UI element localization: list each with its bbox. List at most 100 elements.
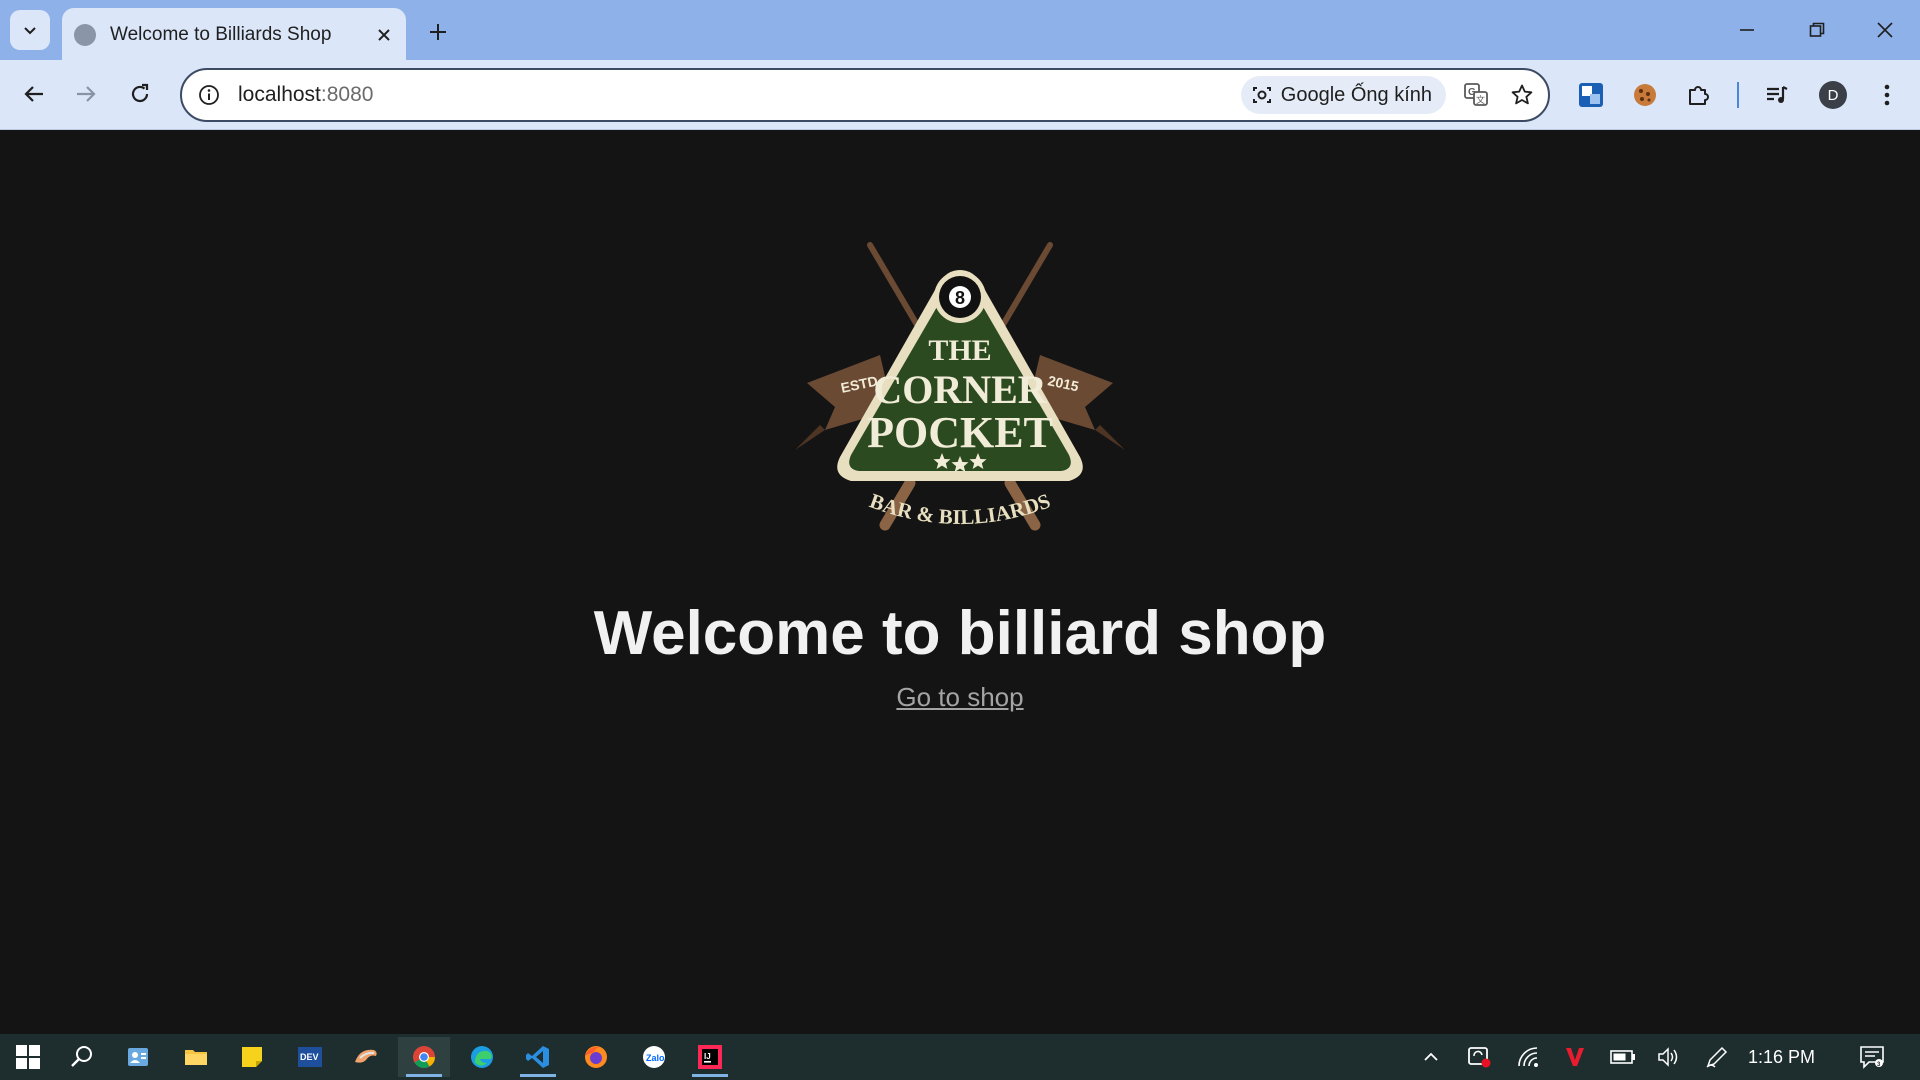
profile-button[interactable]: D xyxy=(1812,74,1854,116)
tray-pen[interactable] xyxy=(1700,1037,1734,1077)
zalo-icon: Zalo xyxy=(643,1046,665,1068)
site-info-icon[interactable] xyxy=(194,80,224,110)
google-lens-button[interactable]: Google Ống kính xyxy=(1240,76,1446,114)
taskbar-app-devcpp[interactable]: DEV xyxy=(284,1037,336,1077)
shop-link-container: Go to shop xyxy=(0,682,1920,713)
media-controls-button[interactable] xyxy=(1756,74,1798,116)
dolphin-icon xyxy=(355,1049,377,1063)
plus-icon xyxy=(430,24,446,40)
logo-bottom-text: BAR & BILLIARDS xyxy=(867,488,1054,529)
svg-text:DEV: DEV xyxy=(300,1052,319,1062)
taskbar-app-firefox[interactable] xyxy=(570,1037,622,1077)
action-center-button[interactable]: 3 xyxy=(1852,1037,1892,1077)
taskbar-app-vscode[interactable] xyxy=(512,1037,564,1077)
sticky-note-icon xyxy=(242,1047,262,1067)
minimize-icon xyxy=(1740,29,1754,31)
active-indicator xyxy=(406,1074,442,1077)
intellij-icon: IJ xyxy=(698,1045,722,1069)
reload-button[interactable] xyxy=(120,74,160,114)
extension-translate-button[interactable] xyxy=(1570,74,1612,116)
tray-vivaldi[interactable] xyxy=(1558,1037,1592,1077)
minimize-button[interactable] xyxy=(1722,10,1772,50)
tab-strip: Welcome to Billiards Shop xyxy=(0,0,1920,62)
url-text[interactable]: localhost:8080 xyxy=(238,83,1241,107)
restore-button[interactable] xyxy=(1792,10,1842,50)
vscode-icon xyxy=(526,1046,549,1068)
more-vertical-icon xyxy=(1884,84,1890,106)
chrome-icon xyxy=(413,1046,435,1068)
folder-icon xyxy=(185,1050,207,1065)
tab-title: Welcome to Billiards Shop xyxy=(110,24,332,45)
logo-bottom-text-path: BAR & BILLIARDS xyxy=(867,488,1054,529)
taskbar-app-people[interactable] xyxy=(112,1037,164,1077)
queue-music-icon xyxy=(1767,86,1788,103)
taskbar-app-chrome[interactable] xyxy=(398,1037,450,1077)
show-hidden-icons-button[interactable] xyxy=(1416,1037,1446,1077)
tray-battery[interactable] xyxy=(1606,1037,1640,1077)
address-bar[interactable]: localhost:8080 Google Ống kính G文 xyxy=(180,68,1550,122)
close-window-button[interactable] xyxy=(1860,10,1910,50)
edge-icon xyxy=(471,1046,493,1068)
extensions-button[interactable] xyxy=(1678,74,1720,116)
translate-button[interactable]: G文 xyxy=(1456,75,1496,115)
tab-close-button[interactable] xyxy=(368,19,400,51)
go-to-shop-link[interactable]: Go to shop xyxy=(896,682,1023,712)
close-icon xyxy=(378,29,390,41)
page-title: Welcome to billiard shop xyxy=(593,599,1327,668)
notifications-icon: 3 xyxy=(1860,1046,1884,1069)
globe-icon xyxy=(74,24,96,46)
taskbar-app-explorer[interactable] xyxy=(170,1037,222,1077)
ball-number: 8 xyxy=(955,288,965,308)
svg-text:文: 文 xyxy=(1476,94,1485,105)
browser-menu-button[interactable] xyxy=(1866,74,1908,116)
taskbar-search-button[interactable] xyxy=(56,1037,108,1077)
translate-extension-icon xyxy=(1579,83,1603,107)
windows-icon xyxy=(16,1045,40,1069)
back-button[interactable] xyxy=(14,74,54,114)
logo-line2: CORNER xyxy=(873,367,1047,412)
wifi-icon xyxy=(1518,1047,1538,1067)
bookmark-button[interactable] xyxy=(1502,75,1542,115)
tab-active[interactable]: Welcome to Billiards Shop xyxy=(62,8,406,62)
restore-icon xyxy=(1809,22,1825,37)
taskbar-app-mysql[interactable] xyxy=(340,1037,392,1077)
extension-cookie-button[interactable] xyxy=(1624,74,1666,116)
tray-volume[interactable] xyxy=(1652,1037,1686,1077)
chevron-up-icon xyxy=(1424,1052,1438,1061)
tray-network[interactable] xyxy=(1512,1037,1546,1077)
logo-line1: THE xyxy=(928,334,991,367)
tray-onedrive[interactable] xyxy=(1462,1037,1496,1077)
start-button[interactable] xyxy=(2,1037,54,1077)
url-host: localhost xyxy=(238,83,321,106)
v-logo-icon xyxy=(1566,1048,1584,1066)
corner-pocket-logo: 8 THE CORNER POCKET ESTD 2015 BAR & BILL… xyxy=(795,242,1125,531)
new-tab-button[interactable] xyxy=(420,14,456,50)
sync-error-icon xyxy=(1468,1047,1491,1068)
cookie-icon xyxy=(1634,84,1656,106)
camera-search-icon xyxy=(1252,87,1271,103)
close-icon xyxy=(1877,22,1893,38)
pen-icon xyxy=(1706,1046,1728,1068)
arrow-left-icon xyxy=(24,86,43,102)
avatar: D xyxy=(1819,81,1847,109)
forward-button[interactable] xyxy=(66,74,106,114)
taskbar-clock[interactable]: 1:16 PM xyxy=(1748,1034,1815,1080)
taskbar-app-edge[interactable] xyxy=(456,1037,508,1077)
browser-chrome: Welcome to Billiards Shop localhost:8080… xyxy=(0,0,1920,130)
tab-search-button[interactable] xyxy=(10,10,50,50)
taskbar-app-sticky-notes[interactable] xyxy=(226,1037,278,1077)
dev-icon: DEV xyxy=(298,1047,322,1067)
running-indicator xyxy=(520,1074,556,1077)
arrow-right-icon xyxy=(77,86,96,102)
volume-icon xyxy=(1658,1047,1678,1067)
toolbar-separator xyxy=(1737,82,1739,108)
taskbar-app-zalo[interactable]: Zalo xyxy=(628,1037,680,1077)
puzzle-icon xyxy=(1689,86,1709,105)
taskbar: DEV Zalo IJ 1:16 PM 3 xyxy=(0,1034,1920,1080)
translate-icon: G文 xyxy=(1464,83,1488,106)
reload-icon xyxy=(131,83,149,103)
url-port: :8080 xyxy=(320,83,374,106)
contacts-icon xyxy=(128,1048,148,1066)
taskbar-app-intellij[interactable]: IJ xyxy=(684,1037,736,1077)
star-icon xyxy=(1511,84,1533,105)
